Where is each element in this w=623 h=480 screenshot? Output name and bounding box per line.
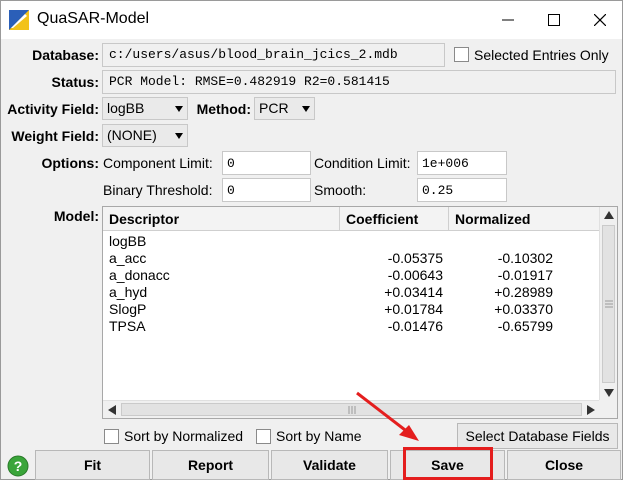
normalized-cell: +0.28989 <box>494 284 553 300</box>
coefficient-cell: +0.03414 <box>384 284 443 300</box>
options-label: Options: <box>41 155 99 171</box>
condition-limit-label: Condition Limit: <box>314 155 411 171</box>
table-row[interactable]: a_hyd +0.03414 +0.28989 <box>103 284 600 301</box>
minimize-button[interactable] <box>485 1 531 39</box>
normalized-cell: -0.01917 <box>497 267 553 283</box>
maximize-icon <box>548 14 560 26</box>
component-limit-input[interactable]: 0 <box>222 151 311 175</box>
close-icon <box>594 14 606 26</box>
binary-threshold-label: Binary Threshold: <box>103 182 213 198</box>
scroll-up-icon[interactable] <box>604 211 614 219</box>
descriptor-cell: a_donacc <box>109 267 170 283</box>
status-label: Status: <box>51 74 99 90</box>
condition-limit-input[interactable]: 1e+006 <box>417 151 507 175</box>
method-value: PCR <box>259 100 289 116</box>
select-database-fields-button[interactable]: Select Database Fields <box>457 423 618 449</box>
app-icon <box>9 10 29 30</box>
report-button[interactable]: Report <box>152 450 269 480</box>
vertical-scrollbar[interactable] <box>599 207 617 401</box>
normalized-cell: +0.03370 <box>494 301 553 317</box>
table-header: Descriptor Coefficient Normalized <box>103 207 600 231</box>
weight-field-label: Weight Field: <box>11 128 99 144</box>
normalized-cell: -0.10302 <box>497 250 553 266</box>
binary-threshold-input[interactable]: 0 <box>222 178 311 202</box>
descriptor-cell: a_acc <box>109 250 147 266</box>
selected-entries-only-checkbox[interactable] <box>454 47 469 62</box>
scroll-right-icon[interactable] <box>587 405 595 415</box>
grip-icon <box>605 300 613 308</box>
chevron-down-icon <box>175 133 183 139</box>
vertical-scroll-thumb[interactable] <box>602 225 615 383</box>
coefficient-cell: -0.05375 <box>387 250 443 266</box>
descriptor-cell: TPSA <box>109 318 146 334</box>
coefficient-cell: -0.00643 <box>387 267 443 283</box>
smooth-input[interactable]: 0.25 <box>417 178 507 202</box>
title-bar: QuaSAR-Model <box>1 1 622 39</box>
scroll-left-icon[interactable] <box>108 405 116 415</box>
activity-field-label: Activity Field: <box>7 101 99 117</box>
column-header-descriptor[interactable]: Descriptor <box>103 207 340 231</box>
window-title: QuaSAR-Model <box>37 10 150 27</box>
status-field: PCR Model: RMSE=0.482919 R2=0.581415 <box>102 70 616 94</box>
sort-by-name-checkbox[interactable] <box>256 429 271 444</box>
table-row[interactable]: a_donacc -0.00643 -0.01917 <box>103 267 600 284</box>
descriptor-cell: logBB <box>109 233 147 249</box>
validate-button[interactable]: Validate <box>271 450 388 480</box>
activity-field-value: logBB <box>107 100 145 116</box>
weight-field-select[interactable]: (NONE) <box>102 124 188 147</box>
component-limit-label: Component Limit: <box>103 155 213 171</box>
help-icon: ? <box>7 455 29 477</box>
weight-field-value: (NONE) <box>107 127 157 143</box>
chevron-down-icon <box>302 106 310 112</box>
minimize-icon <box>502 19 514 21</box>
column-header-coefficient[interactable]: Coefficient <box>340 207 449 231</box>
maximize-button[interactable] <box>531 1 577 39</box>
sort-by-normalized-label: Sort by Normalized <box>124 428 244 444</box>
scroll-down-icon[interactable] <box>604 389 614 397</box>
svg-text:?: ? <box>14 458 23 474</box>
database-label: Database: <box>32 47 99 63</box>
table-row[interactable]: a_acc -0.05375 -0.10302 <box>103 250 600 267</box>
column-header-normalized[interactable]: Normalized <box>449 207 600 231</box>
coefficient-cell: -0.01476 <box>387 318 443 334</box>
quasar-model-window: QuaSAR-Model Database: c:/users/asus/blo… <box>0 0 623 480</box>
sort-by-normalized-checkbox[interactable] <box>104 429 119 444</box>
method-select[interactable]: PCR <box>254 97 315 120</box>
selected-entries-only-label: Selected Entries Only <box>474 47 609 63</box>
close-window-button[interactable] <box>577 1 623 39</box>
normalized-cell: -0.65799 <box>497 318 553 334</box>
descriptor-cell: SlogP <box>109 301 147 317</box>
coefficient-cell: +0.01784 <box>384 301 443 317</box>
table-row[interactable]: logBB <box>103 233 600 250</box>
database-path-field: c:/users/asus/blood_brain_jcics_2.mdb <box>102 43 445 67</box>
fit-button[interactable]: Fit <box>35 450 150 480</box>
help-button[interactable]: ? <box>7 455 29 477</box>
descriptor-cell: a_hyd <box>109 284 148 300</box>
table-row[interactable]: TPSA -0.01476 -0.65799 <box>103 318 600 335</box>
model-label: Model: <box>53 208 99 224</box>
table-row[interactable]: SlogP +0.01784 +0.03370 <box>103 301 600 318</box>
smooth-label: Smooth: <box>314 182 367 198</box>
save-highlight-box <box>403 447 493 480</box>
chevron-down-icon <box>175 106 183 112</box>
scroll-corner <box>599 400 617 418</box>
close-button[interactable]: Close <box>507 450 621 480</box>
annotation-arrow-icon <box>356 391 419 441</box>
method-label: Method: <box>196 101 251 117</box>
activity-field-select[interactable]: logBB <box>102 97 188 120</box>
